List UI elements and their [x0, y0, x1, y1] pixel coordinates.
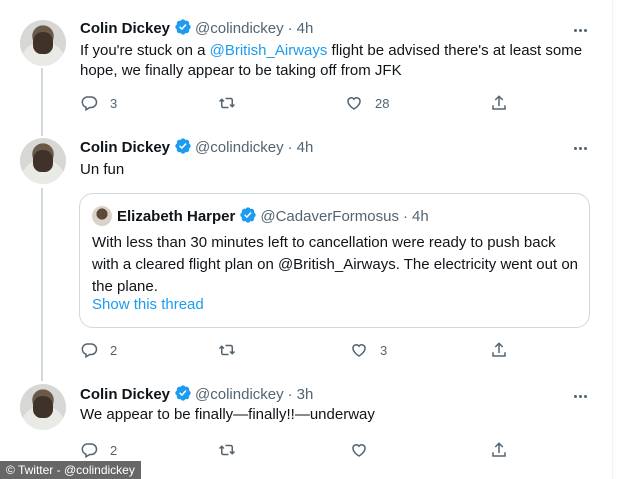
like-count: 3	[380, 342, 388, 358]
reply-icon	[81, 443, 98, 459]
quoted-author-name[interactable]: Elizabeth Harper	[117, 208, 235, 225]
separator: ·	[402, 208, 408, 225]
author-name[interactable]: Colin Dickey	[80, 20, 170, 37]
share-icon	[492, 95, 506, 110]
retweet-button[interactable]	[218, 94, 248, 112]
verified-badge-icon	[240, 207, 257, 223]
more-options-icon[interactable]	[570, 386, 590, 406]
tweet-text: If you're stuck on a @British_Airways fl…	[80, 41, 592, 81]
reply-icon	[81, 96, 98, 112]
tweet-text-part: If you're stuck on a	[80, 42, 210, 59]
retweet-icon	[218, 97, 236, 109]
reply-icon	[81, 343, 98, 359]
like-icon	[352, 444, 366, 457]
like-button[interactable]: 3	[350, 341, 387, 359]
more-options-icon[interactable]	[570, 20, 590, 40]
reply-button[interactable]: 2	[80, 341, 117, 359]
tweet-header: Colin Dickey @colindickey · 3h	[80, 384, 313, 405]
quoted-avatar[interactable]	[92, 206, 112, 226]
avatar[interactable]	[20, 138, 66, 184]
mention-link[interactable]: @British_Airways	[210, 42, 328, 59]
reply-button[interactable]: 2	[80, 441, 117, 459]
verified-badge-icon	[175, 385, 191, 401]
author-handle[interactable]: @colindickey	[195, 20, 284, 37]
retweet-icon	[218, 344, 236, 356]
tweet-header: Colin Dickey @colindickey · 4h	[80, 137, 313, 158]
retweet-icon	[218, 444, 236, 456]
more-options-icon[interactable]	[570, 138, 590, 158]
like-button[interactable]: 28	[345, 94, 389, 112]
tweet-text: Un fun	[80, 161, 125, 178]
reply-button[interactable]: 3	[80, 94, 117, 112]
share-icon	[492, 342, 506, 357]
separator: ·	[287, 20, 293, 37]
share-button[interactable]	[490, 341, 508, 359]
author-handle[interactable]: @colindickey	[195, 386, 284, 403]
author-handle[interactable]: @colindickey	[195, 139, 284, 156]
separator: ·	[287, 386, 293, 403]
tweet-actions: 2	[80, 441, 520, 461]
tweet-header: Colin Dickey @colindickey · 4h	[80, 18, 313, 39]
tweet-text: We appear to be finally—finally!!—underw…	[80, 406, 375, 423]
retweet-button[interactable]	[218, 341, 248, 359]
avatar[interactable]	[20, 384, 66, 430]
show-thread-link[interactable]: Show this thread	[92, 296, 204, 313]
reply-count: 3	[110, 95, 118, 111]
timestamp[interactable]: 4h	[297, 20, 314, 37]
quoted-timestamp[interactable]: 4h	[412, 208, 429, 225]
like-icon	[352, 344, 366, 357]
reply-count: 2	[110, 342, 118, 358]
quoted-tweet[interactable]: Elizabeth Harper @CadaverFormosus · 4h With…	[79, 193, 590, 328]
like-button[interactable]	[350, 441, 368, 459]
copyright-watermark: © Twitter - @colindickey	[0, 461, 141, 479]
tweet-actions: 2 3	[80, 341, 520, 361]
author-name[interactable]: Colin Dickey	[80, 386, 170, 403]
quoted-tweet-text: With less than 30 minutes left to cancel…	[92, 234, 579, 295]
thread-line	[41, 188, 43, 381]
timeline: Colin Dickey @colindickey · 4h If you're st…	[0, 0, 613, 479]
share-icon	[492, 442, 506, 457]
quoted-tweet-header: Elizabeth Harper @CadaverFormosus · 4h	[92, 206, 429, 227]
like-icon	[347, 97, 361, 110]
quoted-author-handle[interactable]: @CadaverFormosus	[260, 208, 399, 225]
timestamp[interactable]: 4h	[297, 139, 314, 156]
thread-line	[41, 68, 43, 136]
author-name[interactable]: Colin Dickey	[80, 139, 170, 156]
verified-badge-icon	[175, 19, 191, 35]
like-count: 28	[375, 95, 390, 111]
timestamp[interactable]: 3h	[297, 386, 314, 403]
verified-badge-icon	[175, 138, 191, 154]
share-button[interactable]	[490, 94, 508, 112]
separator: ·	[287, 139, 293, 156]
reply-count: 2	[110, 442, 118, 458]
tweet-actions: 3 28	[80, 94, 520, 114]
retweet-button[interactable]	[218, 441, 236, 459]
avatar[interactable]	[20, 20, 66, 66]
share-button[interactable]	[490, 441, 508, 459]
